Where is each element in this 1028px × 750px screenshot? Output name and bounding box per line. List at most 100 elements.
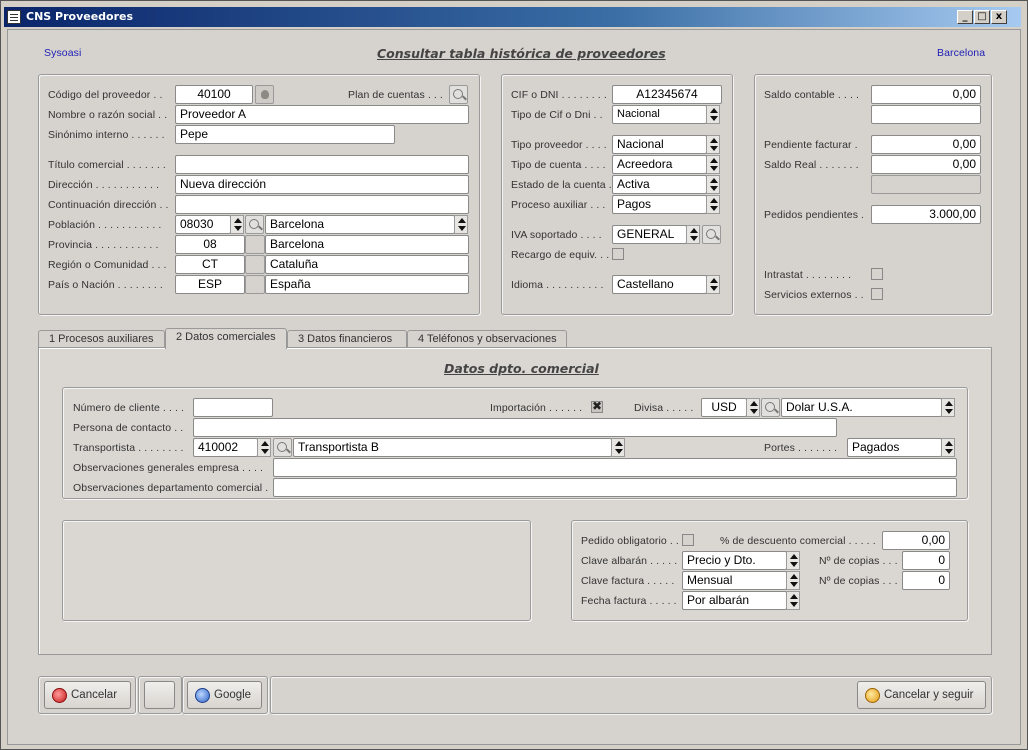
saldo-real-extra (871, 175, 981, 194)
pais-name-input[interactable]: España (265, 275, 469, 294)
tab-datos-financieros[interactable]: 3 Datos financieros (287, 330, 407, 348)
transportista-code-input[interactable]: 410002 (193, 438, 258, 457)
plan-search-icon[interactable] (449, 85, 468, 104)
divisa-name-spinner[interactable] (941, 398, 955, 417)
obsdep-label: Observaciones departamento comercial . (73, 482, 269, 494)
region-label: Región o Comunidad . . . (48, 259, 167, 271)
tipocta-label: Tipo de cuenta . . . . (511, 159, 606, 171)
numcli-input[interactable] (193, 398, 273, 417)
saldo-real-label: Saldo Real . . . . . . . (764, 159, 859, 171)
poblacion-name-spinner[interactable] (454, 215, 468, 234)
blank-button[interactable] (144, 681, 175, 709)
albaran-select[interactable]: Precio y Dto. (682, 551, 787, 570)
obsgen-input[interactable] (273, 458, 957, 477)
pais-spacer (245, 275, 265, 294)
recargo-checkbox[interactable] (612, 248, 624, 260)
codigo-label: Código del proveedor . . (48, 89, 163, 101)
pais-code-input[interactable]: ESP (175, 275, 245, 294)
provincia-code-input[interactable]: 08 (175, 235, 245, 254)
page-title: Consultar tabla histórica de proveedores (377, 46, 666, 61)
portes-select[interactable]: Pagados (847, 438, 942, 457)
persona-input[interactable] (193, 418, 837, 437)
copias1-input[interactable]: 0 (902, 551, 950, 570)
transportista-search-icon[interactable] (273, 438, 292, 457)
numcli-label: Número de cliente . . . . (73, 402, 185, 414)
poblacion-spinner[interactable] (230, 215, 244, 234)
section-title: Datos dpto. comercial (444, 361, 599, 376)
cancelar-button[interactable]: Cancelar (44, 681, 131, 709)
importacion-checkbox[interactable]: ✖ (591, 399, 603, 413)
tipocta-spinner[interactable] (706, 155, 720, 174)
pedido-checkbox[interactable] (682, 534, 694, 546)
codigo-input[interactable]: 40100 (175, 85, 253, 104)
tipoprov-spinner[interactable] (706, 135, 720, 154)
close-button[interactable]: x (991, 10, 1007, 24)
fecha-select[interactable]: Por albarán (682, 591, 787, 610)
fecha-spinner[interactable] (786, 591, 800, 610)
estado-select[interactable]: Activa (612, 175, 707, 194)
pedidos-label: Pedidos pendientes . (764, 209, 865, 221)
maximize-button[interactable]: □ (974, 10, 990, 24)
servicios-checkbox[interactable] (871, 288, 883, 300)
company-label: Sysoasi (44, 47, 82, 59)
cif-input[interactable]: A12345674 (612, 85, 722, 104)
sinonimo-label: Sinónimo interno . . . . . . (48, 129, 165, 141)
intrastat-checkbox[interactable] (871, 268, 883, 280)
direccion-label: Dirección . . . . . . . . . . . (48, 179, 160, 191)
albaran-spinner[interactable] (786, 551, 800, 570)
tipoprov-select[interactable]: Nacional (612, 135, 707, 154)
iva-search-icon[interactable] (702, 225, 721, 244)
transportista-name-spinner[interactable] (611, 438, 625, 457)
iva-select[interactable]: GENERAL (612, 225, 687, 244)
provincia-name-input[interactable]: Barcelona (265, 235, 469, 254)
proceso-select[interactable]: Pagos (612, 195, 707, 214)
estado-spinner[interactable] (706, 175, 720, 194)
divisa-search-icon[interactable] (761, 398, 780, 417)
poblacion-search-icon[interactable] (245, 215, 264, 234)
transportista-name-input[interactable]: Transportista B (293, 438, 612, 457)
titulo-input[interactable] (175, 155, 469, 174)
descuento-input[interactable]: 0,00 (882, 531, 950, 550)
tab-procesos-auxiliares[interactable]: 1 Procesos auxiliares (38, 330, 165, 348)
minimize-button[interactable]: _ (957, 10, 973, 24)
app-window: CNS Proveedores _ □ x Sysoasi Consultar … (0, 0, 1028, 750)
iva-spinner[interactable] (686, 225, 700, 244)
codigo-lookup-button[interactable] (255, 85, 274, 104)
tab-datos-comerciales[interactable]: 2 Datos comerciales (165, 328, 287, 349)
google-label: Google (214, 689, 252, 701)
servicios-label: Servicios externos . . (764, 289, 864, 301)
sinonimo-input[interactable]: Pepe (175, 125, 395, 144)
tab-telefonos-observaciones[interactable]: 4 Teléfonos y observaciones (407, 330, 567, 348)
nombre-label: Nombre o razón social . . (48, 109, 168, 121)
portes-spinner[interactable] (941, 438, 955, 457)
obsdep-input[interactable] (273, 478, 957, 497)
cancelar-seguir-button[interactable]: Cancelar y seguir (857, 681, 986, 709)
poblacion-name-input[interactable]: Barcelona (265, 215, 455, 234)
poblacion-code-input[interactable]: 08030 (175, 215, 231, 234)
direccion-input[interactable]: Nueva dirección (175, 175, 469, 194)
idioma-select[interactable]: Castellano (612, 275, 707, 294)
tipocif-select[interactable]: Nacional (612, 105, 707, 124)
divisa-name-input[interactable]: Dolar U.S.A. (781, 398, 942, 417)
region-name-input[interactable]: Cataluña (265, 255, 469, 274)
proceso-spinner[interactable] (706, 195, 720, 214)
idioma-spinner[interactable] (706, 275, 720, 294)
region-code-input[interactable]: CT (175, 255, 245, 274)
titulo-label: Título comercial . . . . . . . (48, 159, 166, 171)
factura-spinner[interactable] (786, 571, 800, 590)
title-bar[interactable]: CNS Proveedores _ □ x (4, 7, 1021, 27)
divisa-code-input[interactable]: USD (701, 398, 747, 417)
divisa-spinner[interactable] (746, 398, 760, 417)
transportista-label: Transportista . . . . . . . . (73, 442, 184, 454)
factura-select[interactable]: Mensual (682, 571, 787, 590)
copias2-input[interactable]: 0 (902, 571, 950, 590)
tipocta-select[interactable]: Acreedora (612, 155, 707, 174)
google-button[interactable]: Google (187, 681, 262, 709)
factura-label: Clave factura . . . . . (581, 575, 675, 587)
nombre-input[interactable]: Proveedor A (175, 105, 469, 124)
continuacion-input[interactable] (175, 195, 469, 214)
tipocif-spinner[interactable] (706, 105, 720, 124)
saldo-label: Saldo contable . . . . (764, 89, 860, 101)
fecha-label: Fecha factura . . . . . (581, 595, 677, 607)
transportista-spinner[interactable] (257, 438, 271, 457)
